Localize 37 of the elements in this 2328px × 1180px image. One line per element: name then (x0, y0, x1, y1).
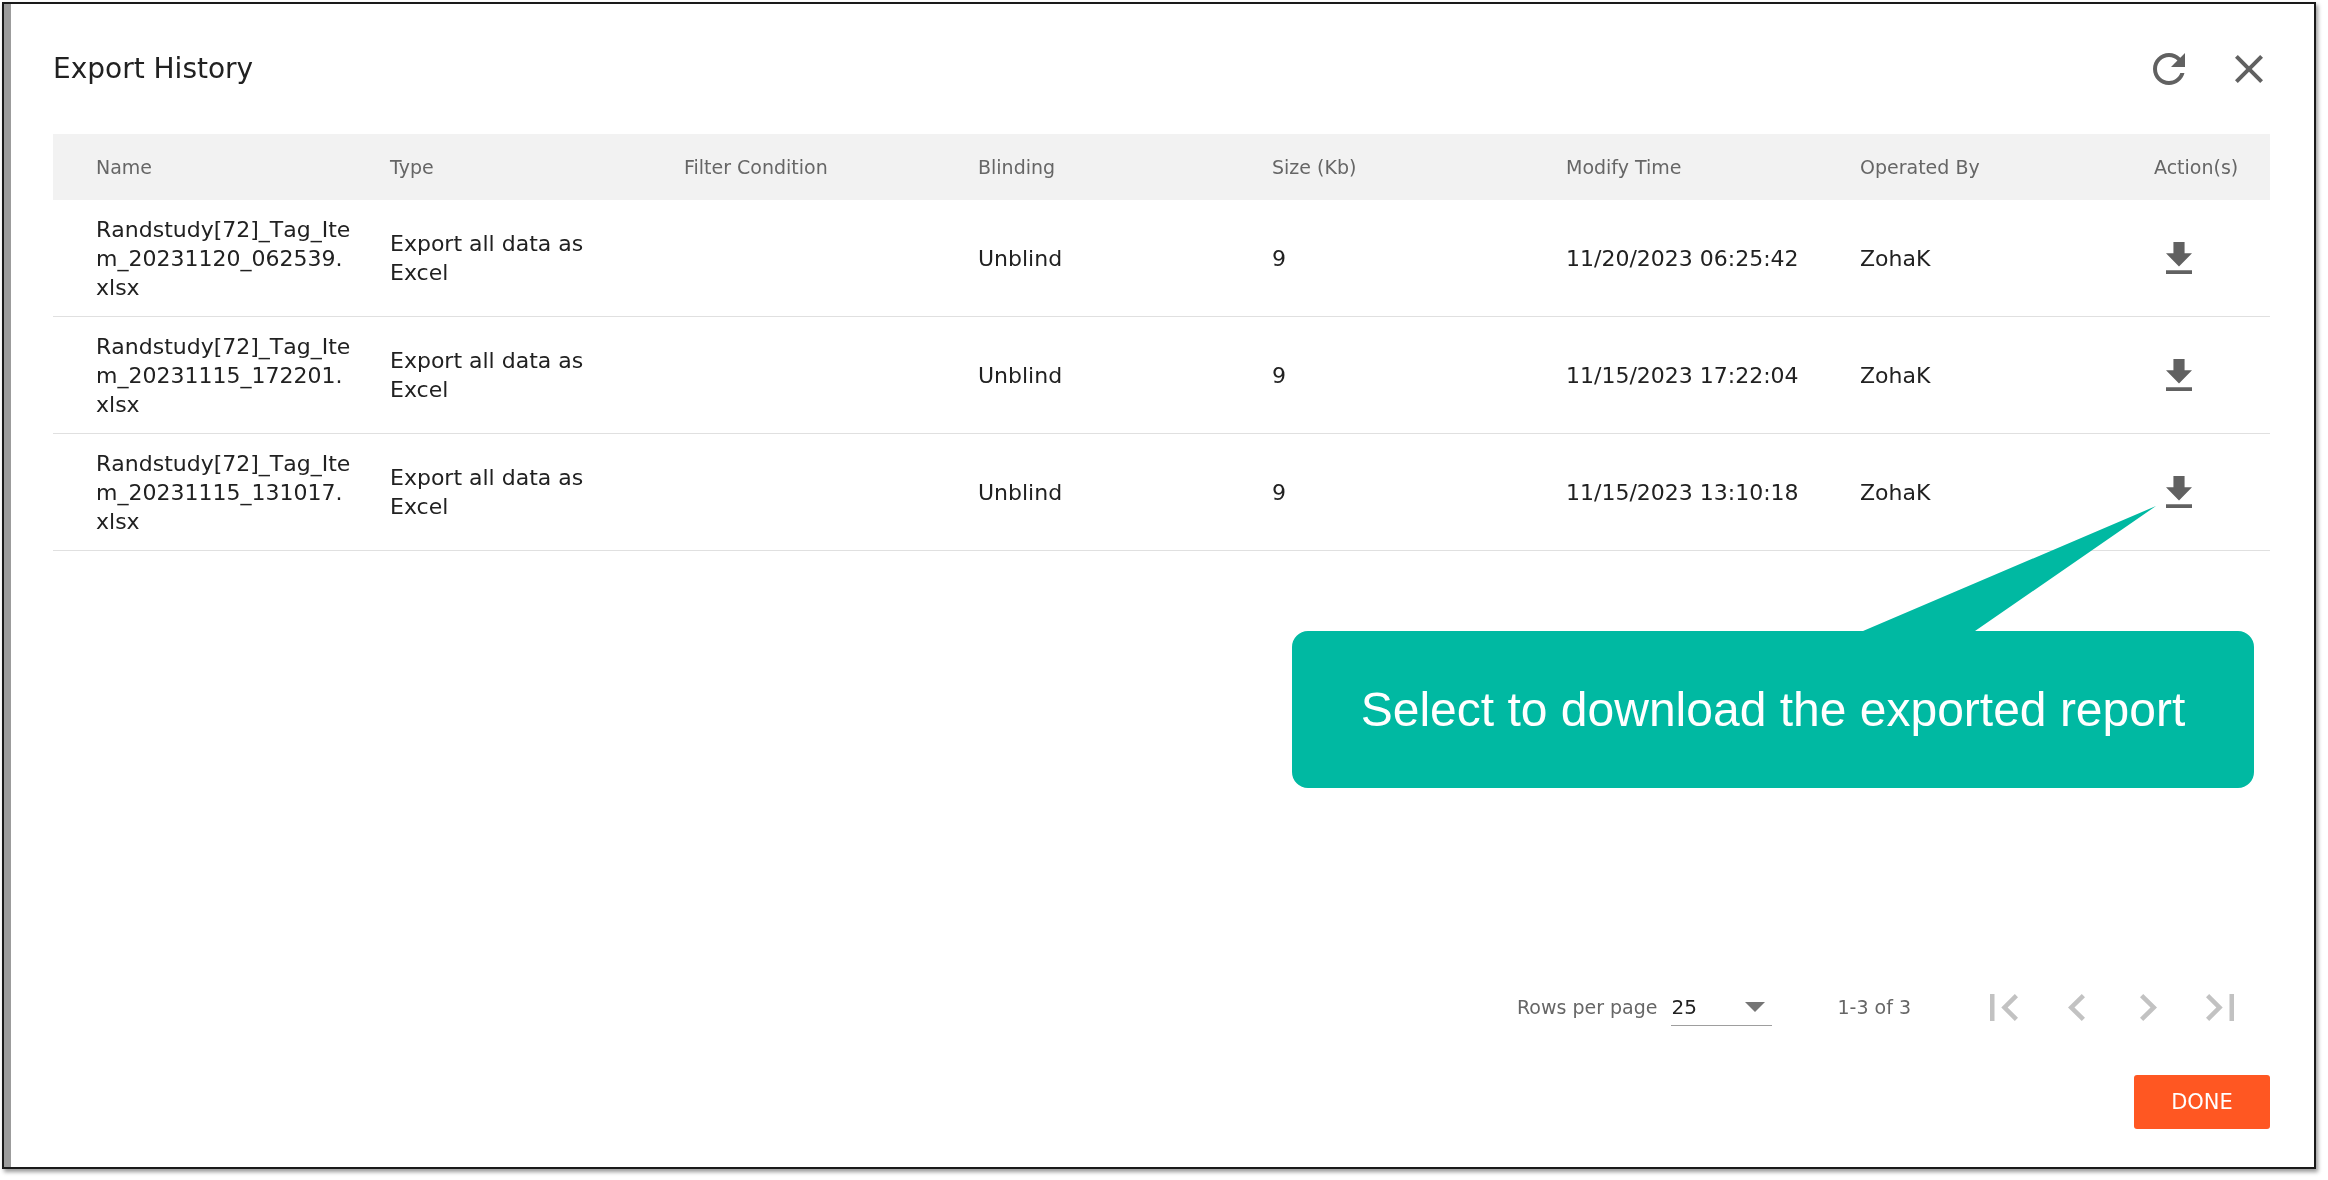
table-cell-text: 11/20/2023 06:25:42 (1566, 244, 1799, 273)
rows-per-page-select[interactable]: 25 (1671, 988, 1773, 1026)
table-cell-text: 9 (1272, 478, 1286, 507)
dialog-title: Export History (53, 51, 254, 87)
download-icon[interactable] (2166, 476, 2192, 508)
table-cell-text: 9 (1272, 361, 1286, 390)
column-header: Filter Condition (684, 156, 828, 178)
download-icon[interactable] (2166, 359, 2192, 391)
column-header: Blinding (978, 156, 1056, 178)
table-cell-text: Randstudy[72]_Tag_Item_20231115_131017.xlsx (96, 449, 352, 536)
table-cell-text: 11/15/2023 13:10:18 (1566, 478, 1799, 507)
table-cell-text: ZohaK (1860, 244, 1931, 273)
table-cell-text: Randstudy[72]_Tag_Item_20231115_172201.xlsx (96, 332, 352, 419)
page-range: 1-3 of 3 (1837, 996, 1911, 1018)
column-header: Name (96, 156, 153, 178)
column-header: Type (390, 156, 434, 178)
column-header: Operated By (1860, 156, 1980, 178)
column-header: Modify Time (1566, 156, 1682, 178)
table-cell-text: Unblind (978, 244, 1063, 273)
column-header: Action(s) (2154, 156, 2239, 178)
caret-icon (1745, 1001, 1766, 1012)
close-icon[interactable] (2235, 55, 2263, 83)
download-icon[interactable] (2166, 242, 2192, 274)
table-cell-text: Export all data as Excel (390, 230, 585, 287)
table-cell-text: Randstudy[72]_Tag_Item_20231120_062539.xlsx (96, 215, 352, 302)
refresh-icon[interactable] (2153, 53, 2185, 85)
table-cell-text: 9 (1272, 244, 1286, 273)
callout-text: Select to download the exported report (1360, 682, 2186, 737)
table-cell-text: Unblind (978, 478, 1063, 507)
rows-per-page-label: Rows per page (1516, 996, 1658, 1018)
column-header: Size (Kb) (1272, 156, 1357, 178)
table-cell-text: ZohaK (1860, 478, 1931, 507)
table-cell-text: 11/15/2023 17:22:04 (1566, 361, 1799, 390)
table-cell-text: Unblind (978, 361, 1063, 390)
table-cell-text: Export all data as Excel (390, 464, 585, 521)
table-cell-text: ZohaK (1860, 361, 1931, 390)
table-cell-text: Export all data as Excel (390, 347, 585, 404)
